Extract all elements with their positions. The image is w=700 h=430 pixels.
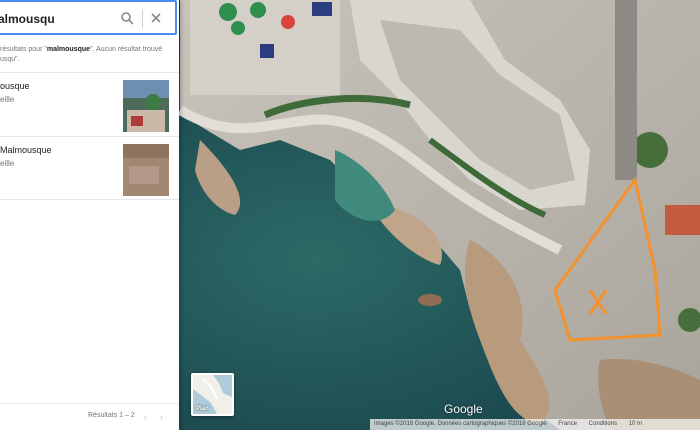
- result-thumbnail[interactable]: [123, 144, 169, 196]
- result-thumbnail[interactable]: [123, 80, 169, 132]
- notice-query: malmousque: [46, 46, 91, 53]
- country-link[interactable]: France: [558, 421, 577, 427]
- result-subtitle: eille: [0, 159, 15, 168]
- chevron-right-icon[interactable]: ›: [160, 412, 163, 422]
- result-title: Malmousque: [0, 145, 52, 155]
- search-results-panel: almousqu résultats pour "malmousque". Au…: [0, 0, 179, 430]
- search-box[interactable]: almousqu: [0, 0, 177, 35]
- result-item[interactable]: ousque eille: [0, 72, 179, 136]
- search-icon[interactable]: [120, 11, 134, 25]
- map-layer-toggle-button[interactable]: Plan: [191, 373, 234, 416]
- search-divider: [142, 9, 143, 28]
- layer-button-label: Plan: [196, 406, 209, 412]
- result-title: ousque: [0, 81, 30, 91]
- search-notice: résultats pour "malmousque". Aucun résul…: [0, 45, 175, 65]
- search-input[interactable]: almousqu: [0, 12, 55, 26]
- results-count: Résultats 1 – 2: [88, 412, 135, 419]
- google-logo: Google: [444, 402, 483, 416]
- notice-prefix: résultats pour ": [0, 46, 47, 53]
- pagination: Résultats 1 – 2 ‹ ›: [0, 403, 179, 430]
- chevron-left-icon[interactable]: ‹: [144, 412, 147, 422]
- terms-link[interactable]: Conditions: [589, 421, 617, 427]
- scale-label[interactable]: 10 m: [629, 421, 642, 427]
- notice-suffix: ". Aucun résultat trouvé: [90, 46, 163, 53]
- result-subtitle: eille: [0, 95, 15, 104]
- imagery-attribution: Images ©2018 Google, Données cartographi…: [374, 421, 547, 427]
- notice-line-2: usqu".: [0, 56, 20, 63]
- close-icon[interactable]: [149, 11, 163, 25]
- result-item[interactable]: Malmousque eille: [0, 136, 179, 200]
- map-attribution-bar: Images ©2018 Google, Données cartographi…: [370, 419, 700, 430]
